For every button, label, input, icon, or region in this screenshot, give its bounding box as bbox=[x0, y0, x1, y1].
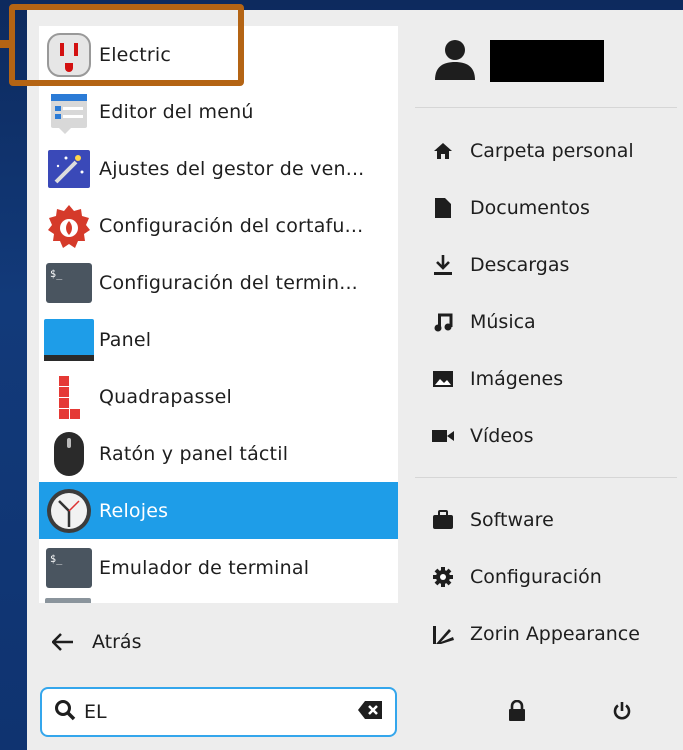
place-label: Imágenes bbox=[470, 368, 564, 390]
place-item-documents[interactable]: Documentos bbox=[430, 190, 590, 226]
video-icon bbox=[430, 428, 456, 444]
software-bag-icon bbox=[430, 510, 456, 530]
place-label: Documentos bbox=[470, 197, 590, 219]
place-item-videos[interactable]: Vídeos bbox=[430, 418, 534, 454]
home-icon bbox=[430, 142, 456, 160]
app-item-mouse[interactable]: Ratón y panel táctil bbox=[39, 425, 398, 482]
partial-app-icon bbox=[45, 598, 91, 603]
place-label: Descargas bbox=[470, 254, 570, 276]
place-item-music[interactable]: Música bbox=[430, 304, 536, 340]
svg-text:$_: $_ bbox=[50, 554, 63, 565]
place-item-downloads[interactable]: Descargas bbox=[430, 247, 569, 283]
firewall-icon bbox=[44, 201, 94, 251]
system-label: Configuración bbox=[470, 566, 602, 588]
app-item-window-tweaks[interactable]: Ajustes del gestor de ven... bbox=[39, 140, 398, 197]
terminal-icon: $_ bbox=[44, 543, 94, 593]
app-label: Panel bbox=[99, 328, 152, 351]
app-item-panel[interactable]: Panel bbox=[39, 311, 398, 368]
app-label: Ajustes del gestor de ven... bbox=[99, 157, 365, 180]
app-label: Editor del menú bbox=[99, 100, 254, 123]
system-item-settings[interactable]: Configuración bbox=[430, 559, 602, 595]
lock-icon[interactable] bbox=[503, 697, 531, 725]
svg-text:$_: $_ bbox=[50, 269, 63, 280]
search-input[interactable]: EL bbox=[84, 701, 357, 723]
app-item-terminal-settings[interactable]: $_ Configuración del termin... bbox=[39, 254, 398, 311]
quadrapassel-icon bbox=[44, 372, 94, 422]
place-item-images[interactable]: Imágenes bbox=[430, 361, 563, 397]
search-icon bbox=[54, 699, 76, 725]
clear-search-icon[interactable] bbox=[357, 700, 383, 724]
back-label: Atrás bbox=[92, 631, 142, 653]
arrow-left-icon bbox=[52, 633, 76, 651]
image-icon bbox=[430, 370, 456, 388]
menu-editor-icon bbox=[44, 87, 94, 137]
panel-icon bbox=[44, 315, 94, 365]
app-label: Configuración del cortafu... bbox=[99, 214, 364, 237]
user-avatar-icon bbox=[432, 36, 478, 86]
app-label: Emulador de terminal bbox=[99, 556, 310, 579]
terminal-icon: $_ bbox=[44, 258, 94, 308]
app-item-electric[interactable]: Electric bbox=[39, 26, 398, 83]
system-label: Zorin Appearance bbox=[470, 623, 640, 645]
electric-outlet-icon bbox=[44, 30, 94, 80]
app-label: Relojes bbox=[99, 499, 169, 522]
app-item-menu-editor[interactable]: Editor del menú bbox=[39, 83, 398, 140]
document-icon bbox=[430, 197, 456, 219]
highlight-marker bbox=[0, 40, 12, 48]
app-label: Configuración del termin... bbox=[99, 271, 358, 294]
place-label: Vídeos bbox=[470, 425, 534, 447]
app-item-firewall[interactable]: Configuración del cortafu... bbox=[39, 197, 398, 254]
place-label: Música bbox=[470, 311, 536, 333]
place-item-home[interactable]: Carpeta personal bbox=[430, 133, 634, 169]
app-list[interactable]: Electric Editor del menú Ajustes del ges bbox=[39, 26, 398, 603]
app-label: Electric bbox=[99, 43, 172, 66]
system-item-zorin-appearance[interactable]: Zorin Appearance bbox=[430, 616, 640, 652]
music-icon bbox=[430, 312, 456, 332]
download-icon bbox=[430, 254, 456, 276]
search-field[interactable]: EL bbox=[40, 687, 397, 737]
back-button[interactable]: Atrás bbox=[52, 622, 141, 662]
user-name-redacted bbox=[490, 40, 604, 82]
gear-icon bbox=[430, 566, 456, 588]
divider bbox=[415, 107, 677, 108]
app-item-clocks[interactable]: Relojes bbox=[39, 482, 398, 539]
place-label: Carpeta personal bbox=[470, 140, 634, 162]
clock-icon bbox=[44, 486, 94, 536]
app-label: Ratón y panel táctil bbox=[99, 442, 289, 465]
app-label: Quadrapassel bbox=[99, 385, 233, 408]
system-label: Software bbox=[470, 509, 554, 531]
user-account[interactable] bbox=[432, 36, 604, 86]
app-item-terminal-emulator[interactable]: $_ Emulador de terminal bbox=[39, 539, 398, 596]
window-manager-tweaks-icon bbox=[44, 144, 94, 194]
power-icon[interactable] bbox=[608, 697, 636, 725]
zorin-appearance-icon bbox=[430, 623, 456, 645]
mouse-icon bbox=[44, 429, 94, 479]
app-item-quadrapassel[interactable]: Quadrapassel bbox=[39, 368, 398, 425]
system-item-software[interactable]: Software bbox=[430, 502, 554, 538]
divider bbox=[415, 477, 677, 478]
